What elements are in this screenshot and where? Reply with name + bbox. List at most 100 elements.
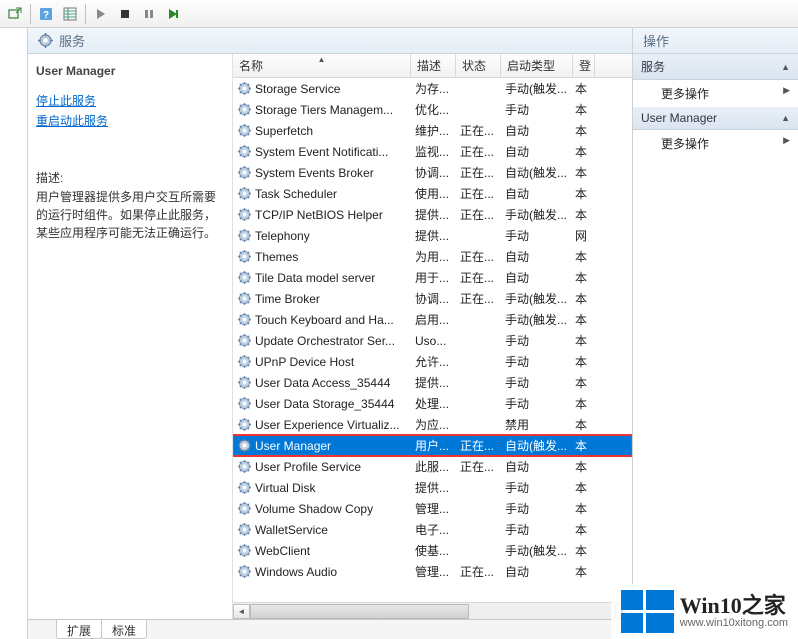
cell-name: UPnP Device Host [233, 354, 411, 369]
separator [85, 4, 86, 24]
table-row[interactable]: Themes为用...正在...自动本 [233, 246, 632, 267]
table-row[interactable]: Time Broker协调...正在...手动(触发...本 [233, 288, 632, 309]
table-row[interactable]: User Data Access_35444提供...手动本 [233, 372, 632, 393]
table-row[interactable]: WebClient使基...手动(触发...本 [233, 540, 632, 561]
cell-desc: 协调... [411, 290, 456, 307]
cell-name: Storage Service [233, 81, 411, 96]
table-row[interactable]: Storage Tiers Managem...优化...手动本 [233, 99, 632, 120]
play-icon[interactable] [90, 3, 112, 25]
col-desc[interactable]: 描述 [411, 54, 456, 77]
cell-logon: 网 [573, 227, 595, 244]
gear-icon [38, 33, 53, 48]
detail-icon[interactable] [59, 3, 81, 25]
cell-startup: 手动(触发... [501, 311, 573, 328]
cell-startup: 手动(触发... [501, 80, 573, 97]
cell-desc: 提供... [411, 206, 456, 223]
cell-startup: 自动 [501, 185, 573, 202]
table-row[interactable]: User Data Storage_35444处理...手动本 [233, 393, 632, 414]
cell-logon: 本 [573, 458, 595, 475]
stop-icon[interactable] [114, 3, 136, 25]
cell-name: User Data Access_35444 [233, 375, 411, 390]
chevron-up-icon: ▲ [781, 62, 790, 72]
cell-startup: 手动(触发... [501, 206, 573, 223]
table-row[interactable]: Touch Keyboard and Ha...启用...手动(触发...本 [233, 309, 632, 330]
cell-status: 正在... [456, 563, 501, 580]
cell-status: 正在... [456, 185, 501, 202]
cell-startup: 自动 [501, 143, 573, 160]
gear-icon [237, 291, 252, 306]
gear-icon [237, 270, 252, 285]
cell-desc: 使用... [411, 185, 456, 202]
table-row[interactable]: Superfetch维护...正在...自动本 [233, 120, 632, 141]
stop-link[interactable]: 停止此服务 [36, 92, 224, 109]
cell-name: User Experience Virtualiz... [233, 417, 411, 432]
sort-indicator-icon: ▲ [318, 55, 326, 64]
gear-icon [237, 375, 252, 390]
cell-name: System Events Broker [233, 165, 411, 180]
services-list: 名称▲ 描述 状态 启动类型 登 Storage Service为存...手动(… [233, 54, 632, 619]
desc-label: 描述: [36, 169, 224, 186]
table-row[interactable]: Update Orchestrator Ser...Uso...手动本 [233, 330, 632, 351]
service-title: User Manager [36, 64, 224, 78]
cell-startup: 手动 [501, 500, 573, 517]
cell-name: Task Scheduler [233, 186, 411, 201]
table-row[interactable]: System Events Broker协调...正在...自动(触发...本 [233, 162, 632, 183]
gear-icon [237, 543, 252, 558]
cell-logon: 本 [573, 122, 595, 139]
windows-logo-icon [621, 590, 674, 633]
table-row[interactable]: UPnP Device Host允许...手动本 [233, 351, 632, 372]
scroll-left-icon[interactable]: ◄ [233, 604, 250, 619]
help-icon[interactable]: ? [35, 3, 57, 25]
desc-text: 用户管理器提供多用户交互所需要的运行时组件。如果停止此服务，某些应用程序可能无法… [36, 188, 224, 242]
cell-startup: 手动 [501, 227, 573, 244]
cell-status: 正在... [456, 206, 501, 223]
gear-icon [237, 438, 252, 453]
view-tabs: 扩展 标准 [28, 619, 632, 639]
cell-name: Storage Tiers Managem... [233, 102, 411, 117]
actions-more-1[interactable]: 更多操作 ▶ [633, 80, 798, 107]
hscrollbar[interactable]: ◄ ► [233, 602, 632, 619]
table-row[interactable]: Telephony提供...手动网 [233, 225, 632, 246]
cell-name: Virtual Disk [233, 480, 411, 495]
actions-more-2[interactable]: 更多操作 ▶ [633, 130, 798, 157]
actions-section-usermanager[interactable]: User Manager▲ [633, 107, 798, 130]
col-status[interactable]: 状态 [456, 54, 501, 77]
table-row[interactable]: WalletService电子...手动本 [233, 519, 632, 540]
export-icon[interactable] [4, 3, 26, 25]
center-pane: 服务 User Manager 停止此服务 重启动此服务 描述: 用户管理器提供… [28, 28, 633, 639]
restart-icon[interactable] [162, 3, 184, 25]
table-row[interactable]: User Profile Service此服...正在...自动本 [233, 456, 632, 477]
restart-link[interactable]: 重启动此服务 [36, 112, 224, 129]
table-row[interactable]: TCP/IP NetBIOS Helper提供...正在...手动(触发...本 [233, 204, 632, 225]
table-row[interactable]: User Experience Virtualiz...为应...禁用本 [233, 414, 632, 435]
cell-status: 正在... [456, 458, 501, 475]
actions-section-services[interactable]: 服务▲ [633, 54, 798, 80]
actions-header: 操作 [633, 28, 798, 54]
table-row[interactable]: Storage Service为存...手动(触发...本 [233, 78, 632, 99]
table-row[interactable]: Windows Audio管理...正在...自动本 [233, 561, 632, 582]
table-row[interactable]: Tile Data model server用于...正在...自动本 [233, 267, 632, 288]
cell-logon: 本 [573, 374, 595, 391]
pause-icon[interactable] [138, 3, 160, 25]
cell-name: Time Broker [233, 291, 411, 306]
table-row[interactable]: User Manager用户...正在...自动(触发...本 [233, 435, 632, 456]
col-name[interactable]: 名称▲ [233, 54, 411, 77]
table-row[interactable]: Volume Shadow Copy管理...手动本 [233, 498, 632, 519]
table-row[interactable]: System Event Notificati...监视...正在...自动本 [233, 141, 632, 162]
scroll-thumb[interactable] [250, 604, 469, 619]
col-startup[interactable]: 启动类型 [501, 54, 573, 77]
scroll-track[interactable] [250, 604, 615, 619]
cell-desc: 提供... [411, 479, 456, 496]
tab-extended[interactable]: 扩展 [56, 620, 102, 639]
tab-standard[interactable]: 标准 [101, 620, 147, 639]
cell-desc: Uso... [411, 334, 456, 348]
col-logon[interactable]: 登 [573, 54, 595, 77]
svg-text:?: ? [43, 10, 49, 21]
chevron-up-icon: ▲ [781, 113, 790, 123]
table-row[interactable]: Task Scheduler使用...正在...自动本 [233, 183, 632, 204]
actions-pane: 操作 服务▲ 更多操作 ▶ User Manager▲ 更多操作 ▶ [633, 28, 798, 639]
cell-startup: 手动 [501, 374, 573, 391]
cell-desc: 管理... [411, 500, 456, 517]
gear-icon [237, 480, 252, 495]
table-row[interactable]: Virtual Disk提供...手动本 [233, 477, 632, 498]
